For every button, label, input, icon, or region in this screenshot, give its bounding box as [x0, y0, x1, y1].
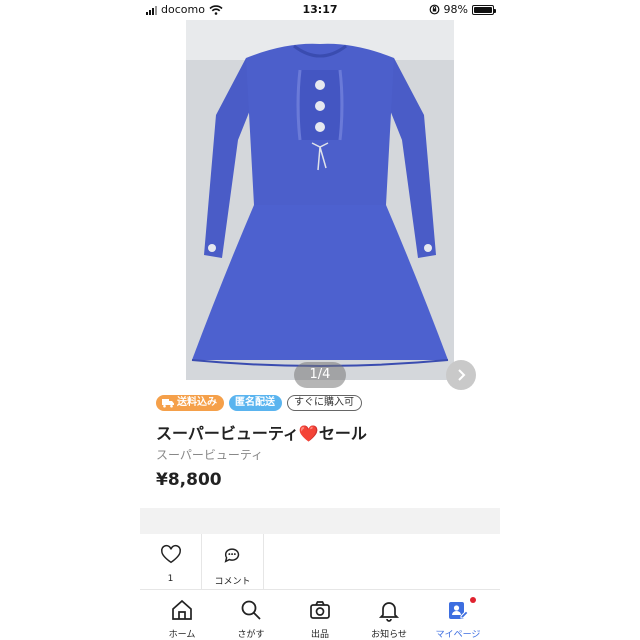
- nav-label: お知らせ: [371, 630, 407, 640]
- image-counter: 1/4: [294, 362, 346, 388]
- brand-link[interactable]: スーパービューティ: [156, 446, 263, 463]
- orientation-lock-icon: [429, 4, 439, 15]
- mypage-icon: [449, 602, 469, 619]
- battery-icon: [472, 4, 496, 15]
- notification-dot: [470, 597, 476, 603]
- photo-gallery[interactable]: 1/4: [0, 20, 640, 390]
- nav-label: 出品: [310, 630, 329, 640]
- badges: 送料込み 匿名配送 すぐに購入可: [156, 395, 362, 411]
- status-time: 13:17: [302, 3, 338, 16]
- battery-percent: 98%: [443, 3, 468, 16]
- heart-emoji: ❤️: [298, 424, 319, 443]
- product-photo[interactable]: [186, 20, 454, 380]
- camera-icon: [310, 601, 330, 619]
- section-divider: [140, 508, 500, 534]
- nav-notifications[interactable]: お知らせ: [357, 592, 421, 640]
- comment-icon: [224, 548, 239, 563]
- nav-home[interactable]: ホーム: [150, 592, 214, 640]
- bottom-nav: ホーム さがす 出品 お知らせ マイページ: [140, 592, 500, 640]
- next-image-button[interactable]: [446, 360, 476, 390]
- like-count: 1: [167, 574, 174, 584]
- nav-label: さがす: [237, 630, 265, 640]
- action-row: 1 コメント: [140, 534, 500, 590]
- item-title: スーパービューティ❤️セール: [156, 420, 367, 444]
- nav-label: マイページ: [435, 630, 481, 640]
- nav-search[interactable]: さがす: [219, 592, 283, 640]
- like-button[interactable]: 1: [140, 534, 202, 590]
- heart-icon: [160, 544, 181, 564]
- badge-instant-buy: すぐに購入可: [287, 395, 362, 411]
- home-icon: [172, 599, 192, 620]
- back-icon[interactable]: [144, 28, 170, 54]
- badge-label: 送料込み: [177, 397, 217, 408]
- nav-sell[interactable]: 出品: [288, 592, 352, 640]
- item-title-suffix: セール: [318, 424, 367, 443]
- status-bar: docomo 13:17 98%: [0, 0, 640, 20]
- truck-icon: [162, 399, 174, 408]
- price: ¥8,800: [156, 470, 222, 490]
- bell-icon: [378, 602, 400, 622]
- dress-image: [186, 20, 454, 380]
- badge-anonymous-shipping: 匿名配送: [229, 395, 282, 411]
- badge-shipping-included: 送料込み: [156, 395, 224, 411]
- item-title-text: スーパービューティ: [156, 424, 299, 443]
- nav-mypage[interactable]: マイページ: [426, 592, 490, 640]
- top-bar: [140, 20, 500, 70]
- comment-label: コメント: [214, 577, 251, 587]
- comment-button[interactable]: コメント: [202, 534, 264, 590]
- nav-label: ホーム: [168, 630, 196, 640]
- more-icon[interactable]: [464, 30, 494, 50]
- search-icon: [241, 600, 261, 620]
- chevron-right-icon: [458, 369, 466, 381]
- status-right: 98%: [429, 3, 496, 16]
